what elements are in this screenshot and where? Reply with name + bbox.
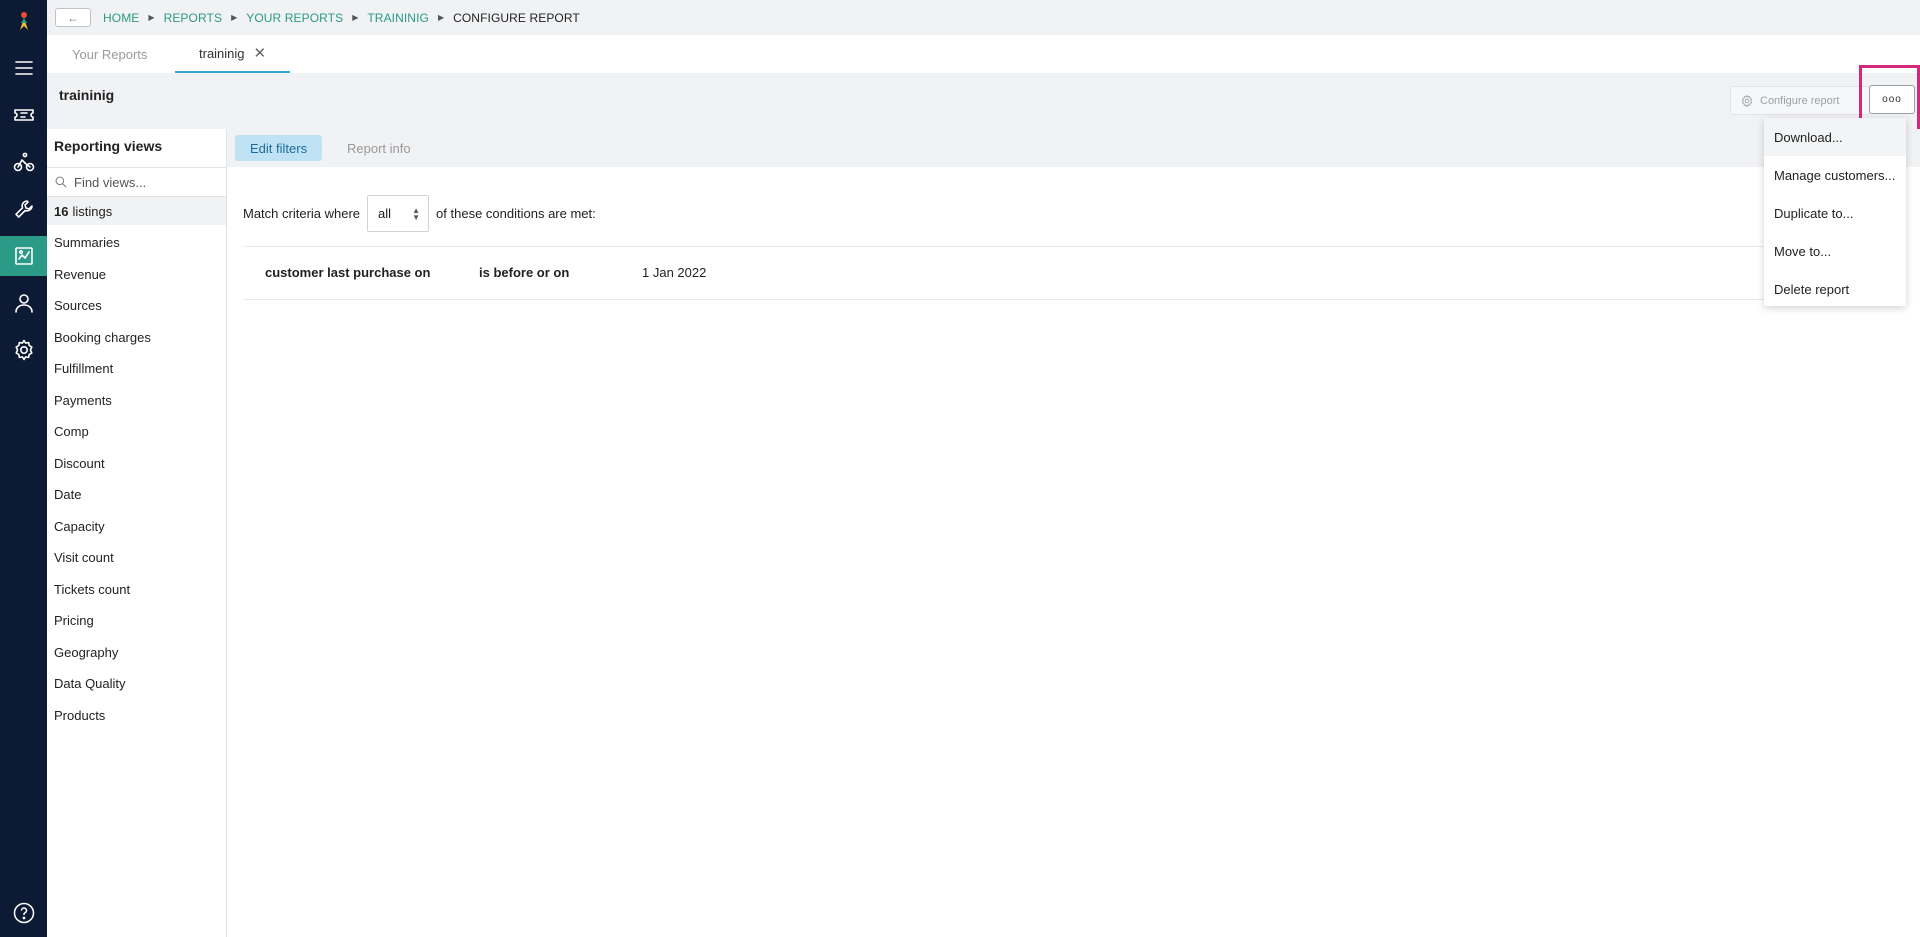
- breadcrumb-current: CONFIGURE REPORT: [453, 10, 580, 25]
- more-options-menu: Download... Manage customers... Duplicat…: [1764, 118, 1906, 306]
- listings-count-number: 16: [54, 203, 69, 219]
- view-item-fulfillment[interactable]: Fulfillment: [54, 353, 151, 385]
- criteria-match-value: all: [378, 206, 392, 221]
- condition-operator: is before or on: [479, 265, 570, 280]
- reports-icon[interactable]: [0, 236, 47, 276]
- view-item-discount[interactable]: Discount: [54, 448, 151, 480]
- tab-your-reports[interactable]: Your Reports: [72, 35, 147, 73]
- menu-item-manage-customers[interactable]: Manage customers...: [1764, 156, 1906, 194]
- wrench-icon[interactable]: [0, 189, 47, 229]
- configure-report-label: Configure report: [1760, 94, 1840, 107]
- page-title: traininig: [59, 87, 115, 103]
- view-item-payments[interactable]: Payments: [54, 385, 151, 417]
- menu-hamburger-icon[interactable]: [0, 48, 47, 88]
- criteria-suffix: of these conditions are met:: [436, 206, 596, 221]
- condition-field: customer last purchase on: [265, 265, 431, 280]
- left-nav-rail: [0, 0, 47, 937]
- breadcrumb-home[interactable]: HOME: [103, 11, 139, 25]
- criteria-match-select[interactable]: all ▲ ▼: [367, 195, 430, 232]
- view-item-date[interactable]: Date: [54, 479, 151, 511]
- close-icon[interactable]: ✕: [254, 44, 267, 62]
- breadcrumb-separator-icon: ▶: [352, 13, 359, 22]
- tab-label: Your Reports: [72, 46, 148, 62]
- reporting-views-panel: Reporting views 16 listings Summaries Re…: [47, 129, 227, 937]
- views-list: Summaries Revenue Sources Booking charge…: [54, 227, 151, 731]
- tab-strip: Your Reports traininig ✕: [47, 35, 1920, 73]
- views-search: [47, 167, 226, 197]
- report-header: traininig Configure report ooo: [47, 73, 1920, 129]
- view-item-tickets-count[interactable]: Tickets count: [54, 574, 151, 606]
- gear-icon: [1741, 94, 1753, 107]
- settings-gear-icon[interactable]: [0, 330, 47, 370]
- customer-user-icon[interactable]: [0, 283, 47, 323]
- breadcrumb-your-reports[interactable]: YOUR REPORTS: [246, 11, 343, 25]
- view-item-capacity[interactable]: Capacity: [54, 511, 151, 543]
- view-item-geography[interactable]: Geography: [54, 637, 151, 669]
- menu-item-move[interactable]: Move to...: [1764, 232, 1906, 270]
- menu-item-delete-report[interactable]: Delete report: [1764, 270, 1906, 308]
- search-icon: [55, 176, 67, 188]
- tab-report-info[interactable]: Report info: [332, 135, 426, 161]
- view-item-comp[interactable]: Comp: [54, 416, 151, 448]
- select-arrows-icon: ▲ ▼: [412, 205, 421, 222]
- criteria-prefix: Match criteria where: [243, 206, 361, 221]
- cycling-activity-icon[interactable]: [0, 142, 47, 182]
- menu-item-duplicate[interactable]: Duplicate to...: [1764, 194, 1906, 232]
- ticket-icon[interactable]: [0, 95, 47, 135]
- content-subtabs: Edit filters Report info: [227, 129, 1920, 167]
- back-button[interactable]: ←: [55, 8, 91, 27]
- arrow-left-icon: ←: [67, 10, 79, 25]
- listings-count-label: listings: [72, 203, 113, 219]
- view-item-sources[interactable]: Sources: [54, 290, 151, 322]
- view-item-pricing[interactable]: Pricing: [54, 605, 151, 637]
- tab-label: traininig: [199, 45, 245, 61]
- view-item-products[interactable]: Products: [54, 700, 151, 732]
- breadcrumb-separator-icon: ▶: [148, 13, 155, 22]
- app-logo-icon[interactable]: [0, 2, 47, 42]
- help-icon[interactable]: [0, 893, 47, 933]
- views-search-input[interactable]: [74, 174, 214, 190]
- view-item-summaries[interactable]: Summaries: [54, 227, 151, 259]
- view-item-revenue[interactable]: Revenue: [54, 259, 151, 291]
- match-criteria: Match criteria where all ▲ ▼ of these con…: [243, 195, 596, 232]
- breadcrumb-reports[interactable]: REPORTS: [164, 11, 223, 25]
- listings-count[interactable]: 16 listings: [47, 197, 226, 225]
- filter-condition-row[interactable]: customer last purchase on is before or o…: [243, 246, 1843, 300]
- breadcrumb-separator-icon: ▶: [437, 13, 445, 22]
- view-item-booking-charges[interactable]: Booking charges: [54, 322, 151, 354]
- condition-value: 1 Jan 2022: [642, 265, 707, 280]
- breadcrumb-separator-icon: ▶: [231, 13, 238, 22]
- menu-item-download[interactable]: Download...: [1764, 118, 1906, 156]
- tab-edit-filters[interactable]: Edit filters: [235, 135, 323, 161]
- breadcrumb-bar: ← HOME ▶ REPORTS ▶ YOUR REPORTS ▶ TRAINI…: [47, 0, 1920, 35]
- tab-report[interactable]: traininig ✕: [175, 35, 291, 73]
- view-item-data-quality[interactable]: Data Quality: [54, 668, 151, 700]
- breadcrumb-report[interactable]: TRAININIG: [367, 11, 429, 25]
- view-item-visit-count[interactable]: Visit count: [54, 542, 151, 574]
- configure-report-button[interactable]: Configure report: [1730, 86, 1870, 115]
- reporting-views-title: Reporting views: [54, 138, 163, 154]
